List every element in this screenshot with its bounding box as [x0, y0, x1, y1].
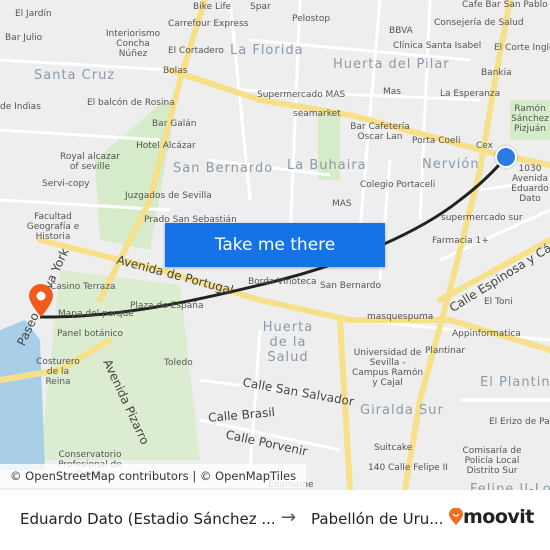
take-me-there-button[interactable]: Take me there	[165, 223, 385, 267]
place-label: El Jardín	[15, 9, 52, 19]
place-label: El Erizo de Papel	[489, 417, 550, 427]
origin-marker[interactable]	[495, 146, 517, 168]
place-label: Hotel Alcázar	[136, 141, 196, 151]
place-label: Bar Julio	[5, 33, 43, 43]
map-attribution[interactable]: © OpenStreetMap contributors | © OpenMap…	[0, 464, 307, 488]
place-label: Bar Cafetería Oscar Lan	[350, 122, 410, 142]
district-label: Felipe II-Los Dioses	[470, 482, 550, 490]
origin-name: Eduardo Dato (Estadio Sánchez ...	[20, 510, 276, 528]
place-label: Bike Life	[193, 2, 232, 12]
place-label: Porta Coeli	[412, 136, 461, 146]
place-label: Carrefour Express	[168, 19, 249, 29]
district-label: La Buhaira	[287, 158, 367, 173]
place-label: El Cortadero	[168, 46, 224, 56]
district-label: Huerta de la Salud	[262, 320, 314, 365]
place-label: MAS	[332, 199, 352, 209]
place-label: Consejería de Salud	[434, 18, 524, 28]
place-label: Casino Terraza	[50, 282, 116, 292]
place-label: supermercado sur	[441, 213, 523, 223]
place-label: Servi-copy	[42, 179, 90, 189]
place-label: Mas	[383, 87, 401, 97]
place-label: Royal alcazar of seville	[60, 152, 120, 172]
moovit-logo: moovit	[449, 506, 534, 528]
place-label: Appinformatica	[452, 329, 521, 339]
district-label: Giralda Sur	[360, 403, 444, 418]
place-label: de Indias	[0, 102, 41, 112]
place-label: Spar	[250, 2, 271, 12]
place-label: Toledo	[164, 358, 193, 368]
place-label: Juzgados de Sevilla	[125, 191, 212, 201]
place-label: Comisaría de Policía Local Distrito Sur	[462, 446, 522, 476]
destination-name: Pabellón de Uru...	[311, 510, 444, 528]
place-label: Borda Vinoteca	[248, 277, 317, 287]
route-footer: Eduardo Dato (Estadio Sánchez ... → Pabe…	[0, 490, 550, 550]
place-label: Universidad de Sevilla - Campus Ramón y …	[351, 348, 424, 388]
moovit-pin-icon	[449, 508, 463, 525]
place-label: Farmacia 1+	[432, 236, 489, 246]
place-label: Costurero de la Reina	[36, 357, 80, 387]
place-label: masquespuma	[367, 312, 434, 322]
place-label: Cafe Bar San Pablo	[462, 0, 548, 10]
place-label: 1030 Avenida Eduardo Dato	[511, 164, 549, 204]
place-label: Facultad Geografía e Historia	[26, 212, 80, 242]
place-label: Colegio Portaceli	[360, 180, 436, 190]
place-label: Supermercado MAS	[257, 90, 346, 100]
place-label: Panel botánico	[57, 329, 124, 339]
district-label: La Florida	[230, 43, 304, 58]
place-label: Bankia	[481, 68, 512, 78]
place-label: Cex	[476, 141, 493, 151]
place-label: Suitcake	[374, 443, 413, 453]
destination-pin-icon[interactable]	[28, 284, 54, 318]
district-label: Nervión	[422, 157, 480, 172]
place-label: seamarket	[293, 109, 341, 119]
place-label: El Toni	[484, 297, 513, 307]
district-label: San Bernardo	[173, 161, 274, 176]
place-label: Bolas	[163, 66, 188, 76]
place-label: Pelostop	[292, 14, 331, 24]
place-label: Ramón Sánchez Pizjuán	[511, 104, 549, 134]
place-label: La Esperanza	[440, 89, 501, 99]
place-label: Plaza de España	[130, 301, 204, 311]
place-label: Plantinar	[425, 346, 466, 356]
place-label: Mapa del parque	[58, 309, 134, 319]
arrow-right-icon: →	[281, 507, 297, 528]
district-label: Santa Cruz	[34, 68, 116, 83]
place-label: San Bernardo	[320, 281, 382, 291]
district-label: Huerta del Pilar	[333, 57, 450, 72]
place-label: Bar Galán	[152, 119, 197, 129]
district-label: El Plantinar	[480, 375, 550, 390]
place-label: Clínica Santa Isabel	[393, 41, 482, 51]
map[interactable]: Santa Cruz La Florida Huerta del Pilar S…	[0, 0, 550, 490]
place-label: El Corte Inglés	[494, 43, 550, 53]
place-label: Interiorismo Concha Núñez	[105, 29, 161, 59]
brand-name: moovit	[463, 506, 534, 528]
place-label: BBVA	[389, 26, 413, 36]
place-label: 140 Calle Felipe II	[368, 463, 448, 473]
place-label: El balcón de Rosina	[87, 98, 175, 108]
